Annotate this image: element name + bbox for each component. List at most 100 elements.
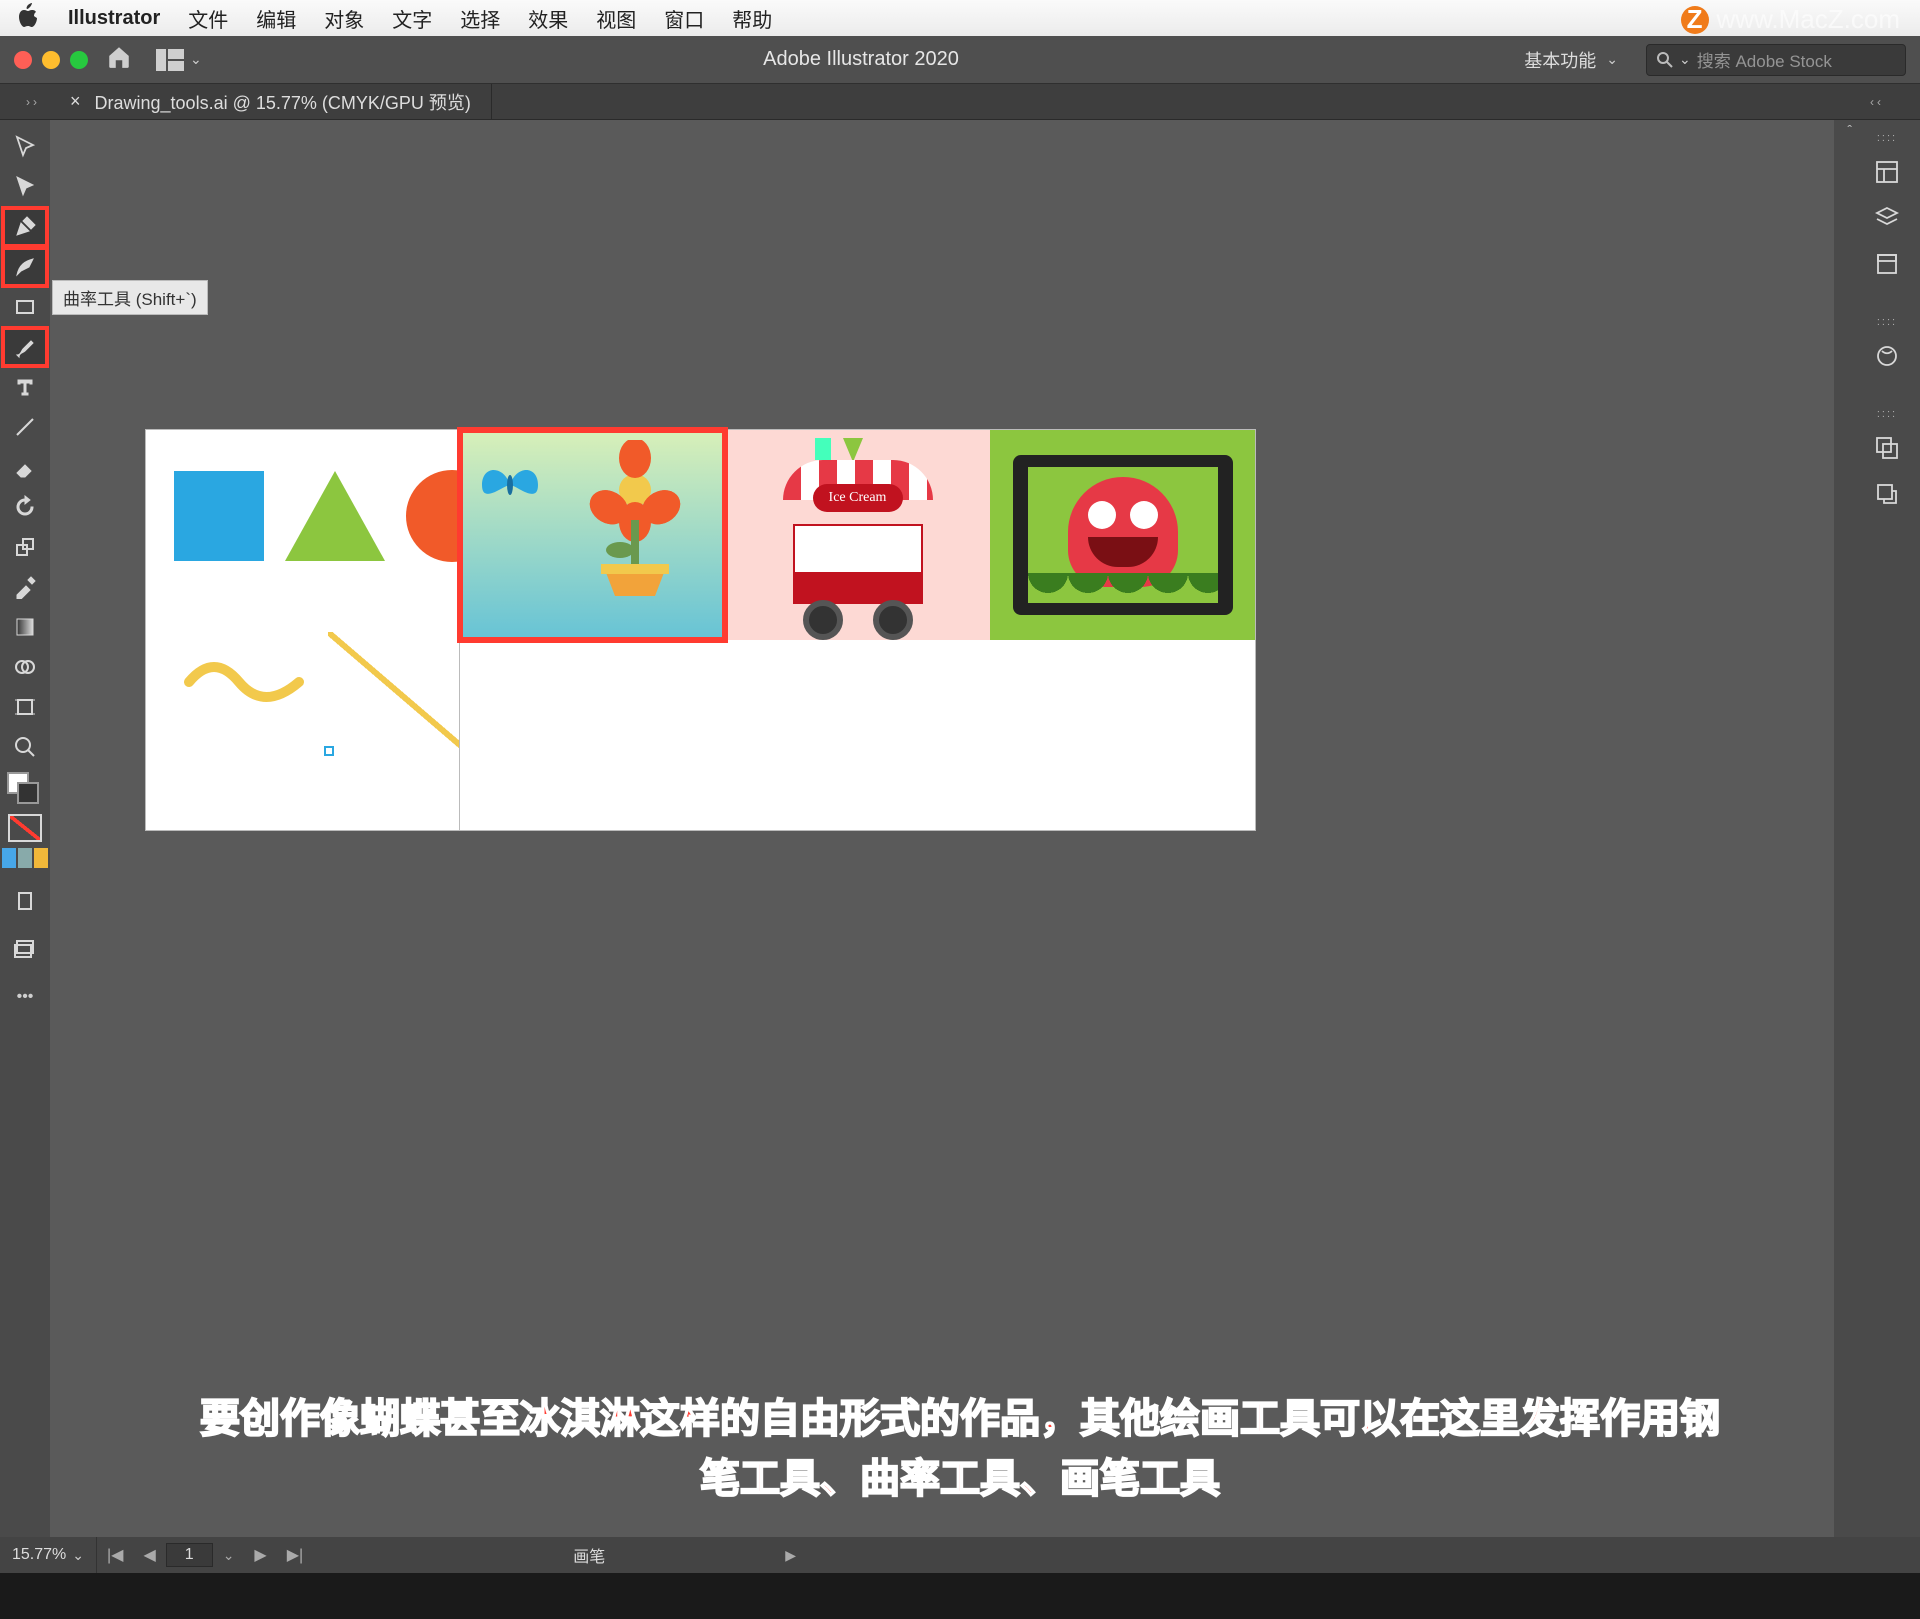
zoom-tool[interactable] [3, 728, 47, 766]
paintbrush-tool[interactable] [3, 328, 47, 366]
icecream-sign-label: Ice Cream [813, 484, 903, 512]
chevron-down-icon: ⌄ [72, 1547, 84, 1564]
layers-panel-icon[interactable] [1864, 198, 1910, 238]
menubar-app-name[interactable]: Illustrator [68, 7, 160, 30]
status-bar: 15.77% ⌄ |◀ ◀ 1 ⌄ ▶ ▶| 画笔 ▶ [0, 1537, 1920, 1573]
thumbnail-flower [460, 430, 725, 640]
caption-line-1: 要创作像蝴蝶甚至冰淇淋这样的自由形式的作品，其他绘画工具可以在这里发挥作用钢 [60, 1389, 1860, 1449]
artboards-panel-icon[interactable] [1864, 474, 1910, 514]
next-artboard-button[interactable]: ▶ [244, 1545, 276, 1565]
artboard-number-input[interactable]: 1 [166, 1543, 213, 1567]
menu-type[interactable]: 文字 [392, 4, 432, 33]
line-segment-tool[interactable] [3, 408, 47, 446]
draw-mode-icon[interactable] [3, 882, 47, 920]
bottom-bar [0, 1573, 1920, 1619]
asset-export-panel-icon[interactable] [1864, 428, 1910, 468]
thumbnail-monster [990, 430, 1255, 640]
search-placeholder: 搜索 Adobe Stock [1697, 47, 1832, 72]
caption-line-2: 笔工具、曲率工具、画笔工具 [60, 1449, 1860, 1509]
window-controls [14, 51, 88, 69]
eraser-tool[interactable] [3, 448, 47, 486]
properties-panel-icon[interactable] [1864, 152, 1910, 192]
type-tool[interactable] [3, 368, 47, 406]
menu-window[interactable]: 窗口 [664, 4, 704, 33]
yellow-curve-path [184, 652, 314, 717]
menu-effect[interactable]: 效果 [528, 4, 568, 33]
first-artboard-button[interactable]: |◀ [97, 1545, 133, 1565]
last-artboard-button[interactable]: ▶| [277, 1545, 313, 1565]
zoom-window-button[interactable] [70, 51, 88, 69]
canvas[interactable]: ˆ [50, 120, 1854, 1537]
zoom-value: 15.77% [12, 1546, 66, 1564]
zoom-level-dropdown[interactable]: 15.77% ⌄ [0, 1537, 97, 1573]
panel-grip-icon[interactable]: :::: [1877, 408, 1897, 420]
artboard-illustrations: Ice Cream [460, 430, 1255, 830]
minimize-window-button[interactable] [42, 51, 60, 69]
app-chrome: ⌄ Adobe Illustrator 2020 基本功能 ⌄ ⌄ 搜索 Ado… [0, 36, 1920, 84]
mac-menubar: Illustrator 文件 编辑 对象 文字 选择 效果 视图 窗口 帮助 [0, 0, 1920, 36]
main-area: 曲率工具 (Shift+`) ••• ˆ [0, 120, 1920, 1537]
app-title: Adobe Illustrator 2020 [226, 48, 1497, 71]
anchor-point-icon [324, 746, 334, 756]
gradient-tool[interactable] [3, 608, 47, 646]
green-triangle-shape [285, 471, 385, 561]
diagonal-line-path [328, 632, 468, 752]
watermark-badge: Z [1681, 6, 1709, 34]
color-mode-row[interactable] [2, 848, 48, 868]
watermark-text: www.MacZ.com [1717, 4, 1900, 35]
document-tab-strip: ›› × Drawing_tools.ai @ 15.77% (CMYK/GPU… [0, 84, 1920, 120]
libraries-panel-icon[interactable] [1864, 244, 1910, 284]
panel-grip-icon[interactable]: :::: [1877, 316, 1897, 328]
artboard-dropdown[interactable]: ⌄ [213, 1547, 245, 1564]
none-swatch[interactable] [8, 814, 42, 842]
menu-view[interactable]: 视图 [596, 4, 636, 33]
chevron-down-icon: ⌄ [1606, 51, 1618, 68]
right-panel-dock: :::: :::: :::: [1854, 120, 1920, 1537]
shape-builder-tool[interactable] [3, 648, 47, 686]
close-window-button[interactable] [14, 51, 32, 69]
document-tab-label: Drawing_tools.ai @ 15.77% (CMYK/GPU 预览) [95, 89, 471, 115]
chevron-down-icon: ⌄ [1679, 51, 1691, 68]
rectangle-tool[interactable] [3, 288, 47, 326]
tutorial-caption: 要创作像蝴蝶甚至冰淇淋这样的自由形式的作品，其他绘画工具可以在这里发挥作用钢 笔… [60, 1389, 1860, 1509]
panel-grip-icon[interactable]: :::: [1877, 132, 1897, 144]
vertical-scrollbar[interactable] [1834, 120, 1854, 1537]
close-tab-icon[interactable]: × [70, 91, 81, 112]
edit-toolbar-icon[interactable]: ••• [3, 978, 47, 1016]
rotate-tool[interactable] [3, 488, 47, 526]
selection-tool[interactable] [3, 128, 47, 166]
collapse-left-icon[interactable]: ›› [0, 95, 50, 109]
navigate-right-icon[interactable]: ▶ [785, 1547, 796, 1564]
search-adobe-stock-input[interactable]: ⌄ 搜索 Adobe Stock [1646, 44, 1906, 76]
tool-tooltip: 曲率工具 (Shift+`) [52, 280, 208, 315]
tools-panel: 曲率工具 (Shift+`) ••• [0, 120, 50, 1537]
eyedropper-tool[interactable] [3, 568, 47, 606]
arrange-documents-dropdown[interactable]: ⌄ [150, 47, 208, 73]
scroll-up-icon[interactable]: ˆ [1847, 122, 1852, 138]
home-icon[interactable] [106, 44, 132, 75]
watermark: Z www.MacZ.com [1681, 4, 1900, 35]
menu-object[interactable]: 对象 [324, 4, 364, 33]
flower-icon [575, 440, 695, 605]
screen-mode-icon[interactable] [3, 930, 47, 968]
icecream-cart-icon: Ice Cream [773, 460, 943, 640]
direct-selection-tool[interactable] [3, 168, 47, 206]
apple-logo-icon [18, 3, 40, 33]
collapse-right-icon[interactable]: ‹‹ [1860, 95, 1910, 109]
pen-tool[interactable] [3, 208, 47, 246]
menu-file[interactable]: 文件 [188, 4, 228, 33]
artboard-name-label: 画笔 [573, 1543, 605, 1567]
menu-edit[interactable]: 编辑 [256, 4, 296, 33]
fill-stroke-swatch[interactable] [3, 768, 47, 808]
artboard-tool[interactable] [3, 688, 47, 726]
menu-select[interactable]: 选择 [460, 4, 500, 33]
scale-tool[interactable] [3, 528, 47, 566]
appearance-panel-icon[interactable] [1864, 336, 1910, 376]
workspace-dropdown[interactable]: 基本功能 ⌄ [1514, 47, 1628, 73]
curvature-tool[interactable] [3, 248, 47, 286]
chevron-down-icon: ⌄ [190, 51, 202, 68]
monster-icon [1068, 477, 1178, 587]
prev-artboard-button[interactable]: ◀ [133, 1545, 165, 1565]
menu-help[interactable]: 帮助 [732, 4, 772, 33]
document-tab[interactable]: × Drawing_tools.ai @ 15.77% (CMYK/GPU 预览… [50, 84, 492, 119]
